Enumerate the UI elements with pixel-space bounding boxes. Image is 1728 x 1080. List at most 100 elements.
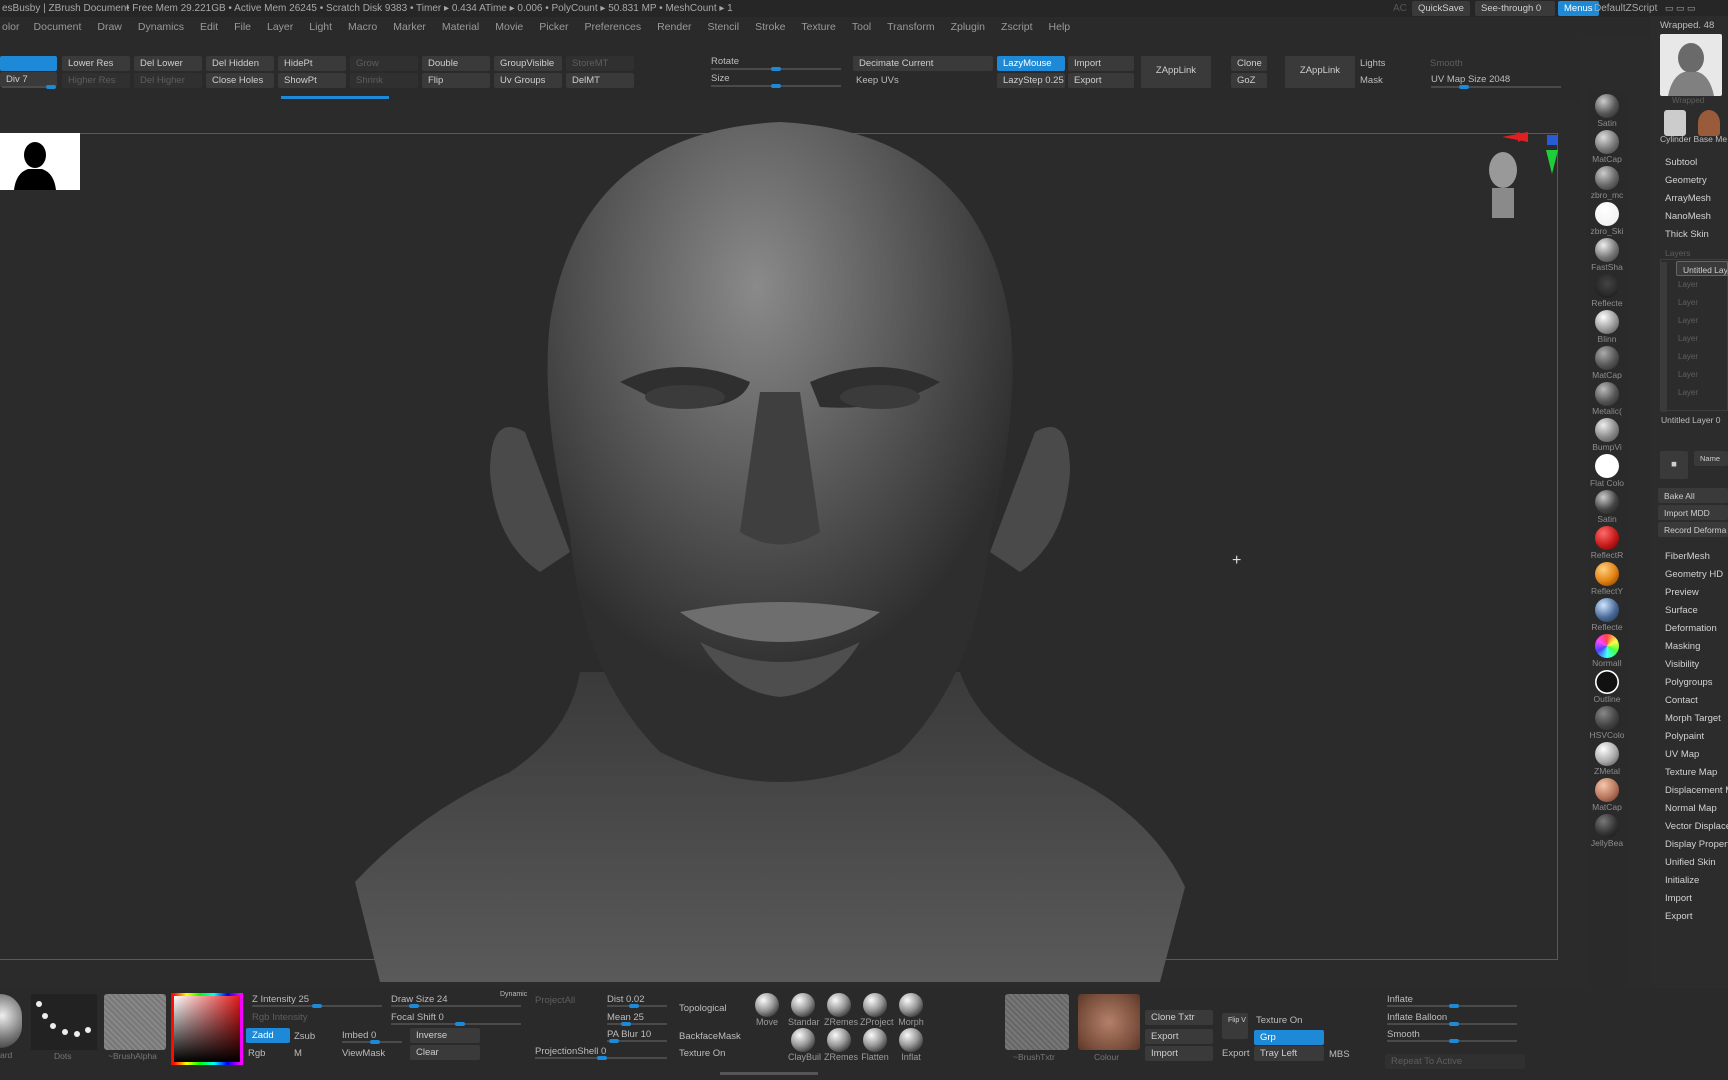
tool-subpalette-item[interactable]: Polygroups	[1665, 677, 1713, 688]
tool-subpalette-item[interactable]: Normal Map	[1665, 803, 1717, 814]
geometry-button[interactable]: StoreMT	[566, 56, 634, 71]
layer-slot[interactable]: Layer	[1678, 298, 1698, 307]
material-swatch[interactable]: Satin	[1592, 94, 1622, 128]
material-swatch[interactable]: HSVColo	[1590, 706, 1624, 740]
z-intensity-track[interactable]	[252, 1004, 382, 1008]
tool-subpalette-item[interactable]: Deformation	[1665, 623, 1717, 634]
layer-slot[interactable]: Layer	[1678, 280, 1698, 289]
zapplink-button[interactable]: ZAppLink	[1141, 56, 1211, 88]
dist-track[interactable]	[607, 1004, 667, 1008]
material-swatch[interactable]: Flat Colo	[1590, 454, 1624, 488]
tool-subpalette-item[interactable]: Texture Map	[1665, 767, 1717, 778]
geometry-button[interactable]: Shrink	[350, 73, 418, 88]
geometry-button[interactable]: HidePt	[278, 56, 346, 71]
tool-subpalette-item[interactable]: Preview	[1665, 587, 1699, 598]
pa-blur-track[interactable]	[607, 1039, 667, 1043]
tool-subpalette-item[interactable]: Subtool	[1665, 157, 1697, 168]
zadd-toggle[interactable]: Zadd	[246, 1028, 290, 1043]
brush-slot[interactable]: ZRemes	[824, 993, 858, 1027]
layer-slot[interactable]: Layer	[1678, 316, 1698, 325]
draw-size-slider[interactable]: Draw Size 24	[391, 994, 448, 1005]
tool-subpalette-item[interactable]: Polypaint	[1665, 731, 1704, 742]
rgb-intensity-slider[interactable]: Rgb Intensity	[252, 1012, 307, 1023]
head-sculpt-mesh[interactable]	[340, 112, 1220, 982]
tool-subpalette-item[interactable]: UV Map	[1665, 749, 1699, 760]
layers-scrollbar[interactable]	[1661, 262, 1667, 412]
sdiv-button[interactable]	[0, 56, 57, 71]
grp-toggle[interactable]: Grp	[1254, 1030, 1324, 1045]
rotate-label[interactable]: Rotate	[711, 56, 739, 67]
menu-item[interactable]: Draw	[89, 21, 130, 33]
tool-subpalette-item[interactable]: Surface	[1665, 605, 1698, 616]
brush-slot[interactable]: Move	[752, 993, 782, 1027]
backface-mask-toggle[interactable]: BackfaceMask	[679, 1031, 741, 1042]
window-controls-icon[interactable]: ▭ ▭ ▭	[1665, 3, 1696, 14]
material-swatch[interactable]: FastSha	[1591, 238, 1623, 272]
lazystep-slider[interactable]: LazyStep 0.25	[997, 73, 1065, 88]
repeat-to-active-button[interactable]: Repeat To Active	[1385, 1054, 1525, 1069]
tool-subpalette-item[interactable]: Thick Skin	[1665, 229, 1709, 240]
import-mdd-button[interactable]: Import MDD	[1658, 505, 1728, 520]
tool-subpalette-item[interactable]: Morph Target	[1665, 713, 1721, 724]
imbed-track[interactable]	[342, 1040, 402, 1044]
brush-slot[interactable]: ZProject	[860, 993, 894, 1027]
geometry-button[interactable]: Del Higher	[134, 73, 202, 88]
tool-subpalette-item[interactable]: ArrayMesh	[1665, 193, 1711, 204]
clear-button[interactable]: Clear	[410, 1045, 480, 1060]
color-picker[interactable]	[171, 993, 243, 1065]
focal-shift-slider[interactable]: Focal Shift 0	[391, 1012, 444, 1023]
menu-item[interactable]: Preferences	[576, 21, 649, 33]
texture-on-toggle-2[interactable]: Texture On	[1256, 1015, 1302, 1026]
geometry-button[interactable]: Close Holes	[206, 73, 274, 88]
topological-toggle[interactable]: Topological	[679, 1003, 727, 1014]
viewmask-toggle[interactable]: ViewMask	[342, 1048, 385, 1059]
size-label[interactable]: Size	[711, 73, 729, 84]
material-swatch[interactable]: BumpVi	[1592, 418, 1622, 452]
material-swatch[interactable]: Reflecte	[1591, 598, 1623, 632]
brush-slot[interactable]: Morph	[896, 993, 926, 1027]
material-swatch[interactable]: Metalic(	[1592, 382, 1622, 416]
menu-item[interactable]: olor	[0, 21, 26, 33]
menu-item[interactable]: Layer	[259, 21, 301, 33]
layer-slot[interactable]: Layer	[1678, 388, 1698, 397]
inflate-balloon-slider[interactable]: Inflate Balloon	[1387, 1012, 1447, 1023]
material-swatch[interactable]: Blinn	[1592, 310, 1622, 344]
export-button[interactable]: Export	[1068, 73, 1134, 88]
geometry-button[interactable]: Flip	[422, 73, 490, 88]
geometry-button[interactable]: Uv Groups	[494, 73, 562, 88]
draw-size-track[interactable]	[391, 1004, 521, 1008]
material-swatch[interactable]: NormalI	[1592, 634, 1622, 668]
material-swatch[interactable]: ZMetal	[1592, 742, 1622, 776]
brush-alpha-thumbnail[interactable]	[104, 994, 166, 1050]
menu-item[interactable]: Light	[301, 21, 340, 33]
menu-item[interactable]: Marker	[385, 21, 434, 33]
menu-item[interactable]: Transform	[879, 21, 942, 33]
geometry-button[interactable]: Double	[422, 56, 490, 71]
zapplink-button-2[interactable]: ZAppLink	[1285, 56, 1355, 88]
tool-subpalette-item[interactable]: FiberMesh	[1665, 551, 1710, 562]
inflate-track[interactable]	[1387, 1004, 1517, 1008]
project-all-button[interactable]: ProjectAll	[535, 995, 575, 1006]
tool-subpalette-item[interactable]: NanoMesh	[1665, 211, 1711, 222]
base-mesh-thumbnail-icon[interactable]	[1698, 110, 1720, 136]
stroke-dots-thumbnail[interactable]	[31, 994, 97, 1050]
tool-subpalette-item[interactable]: Geometry	[1665, 175, 1707, 186]
inflate-slider[interactable]: Inflate	[1387, 994, 1413, 1005]
smooth-slider[interactable]: Smooth	[1387, 1029, 1420, 1040]
menu-item[interactable]: Document	[26, 21, 90, 33]
menu-item[interactable]: Picker	[531, 21, 576, 33]
flip-v-icon[interactable]: Flip V	[1222, 1013, 1248, 1039]
export-button-2[interactable]: Export	[1222, 1048, 1249, 1059]
mean-track[interactable]	[607, 1022, 667, 1026]
material-swatch[interactable]: ReflectR	[1591, 526, 1623, 560]
menu-item[interactable]: Dynamics	[130, 21, 192, 33]
quicksave-button[interactable]: QuickSave	[1412, 1, 1470, 16]
record-layer-icon[interactable]: ■	[1660, 451, 1688, 479]
tray-handle[interactable]	[720, 1072, 818, 1075]
layer-slot[interactable]: Layer	[1678, 370, 1698, 379]
clone-texture-button[interactable]: Clone Txtr	[1145, 1010, 1213, 1025]
menu-item[interactable]: Texture	[793, 21, 843, 33]
zsub-toggle[interactable]: Zsub	[294, 1031, 315, 1042]
rgb-toggle[interactable]: Rgb	[248, 1048, 265, 1059]
material-swatch[interactable]: zbro_Ski	[1590, 202, 1624, 236]
